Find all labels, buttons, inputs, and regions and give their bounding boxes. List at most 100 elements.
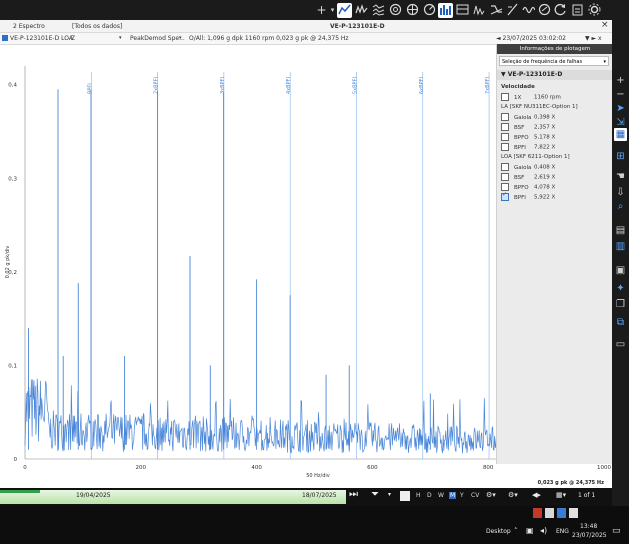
la-frequency-value: 2,357 X [534, 124, 556, 131]
orbit-icon[interactable] [388, 3, 403, 18]
la-frequency-row[interactable]: Gaiola 0,398 X [501, 113, 555, 121]
fault-frequency-label: 5xBPFI [352, 77, 358, 94]
chart-type-icon[interactable]: ▥ [614, 240, 627, 253]
cascade-icon[interactable] [455, 3, 470, 18]
timeline-range[interactable] [0, 490, 346, 504]
desktop-label[interactable]: Desktop [486, 528, 511, 535]
print-icon[interactable]: ▣ [614, 264, 627, 277]
bode-icon[interactable] [489, 3, 504, 18]
fault-frequency-label: 3xBPFI [220, 77, 226, 94]
app-icon-blue[interactable] [557, 508, 566, 518]
x-tick-label: 200 [136, 465, 147, 471]
search-icon[interactable]: ⌕ [614, 200, 627, 213]
period-button[interactable]: D [427, 492, 432, 499]
compare-icon[interactable]: ⧉ [614, 316, 627, 329]
waterfall-icon[interactable] [371, 3, 386, 18]
phase-icon[interactable] [505, 3, 520, 18]
bar-spectrum-icon[interactable] [438, 3, 453, 18]
period-button[interactable]: W [438, 492, 444, 499]
layout-icon[interactable]: ▦▾ [556, 491, 566, 499]
fault-frequency-label: 6xBPFI [419, 77, 425, 94]
measurement-select[interactable]: PeakDemod Spe... [130, 35, 185, 42]
loa-frequency-checkbox[interactable] [501, 191, 509, 201]
loa-frequency-row[interactable]: BSF 2,619 X [501, 173, 555, 181]
spectrum-icon[interactable] [354, 3, 369, 18]
trend-icon[interactable] [337, 3, 352, 18]
gauge-icon[interactable] [422, 3, 437, 18]
volume-icon[interactable]: ◂) [540, 526, 547, 535]
app-icon-file[interactable] [569, 508, 578, 518]
harmonic-cursor-icon[interactable]: ⊞ [614, 150, 627, 163]
wave-icon[interactable] [521, 3, 536, 18]
settings-icon[interactable] [587, 3, 602, 18]
chevron-down-icon[interactable]: ▾ [119, 35, 122, 41]
chevron-up-icon[interactable]: ˄ [514, 527, 518, 535]
la-frequency-checkbox[interactable] [501, 143, 509, 151]
loa-frequency-checkbox[interactable] [501, 183, 509, 191]
la-frequency-row[interactable]: BPFO 5,178 X [501, 133, 555, 141]
zoom-in-icon[interactable]: + [614, 74, 627, 87]
pointer-icon[interactable]: ➤ [614, 102, 627, 115]
la-frequency-checkbox[interactable] [501, 133, 509, 141]
loa-frequency-row[interactable]: BPFI 5,922 X [501, 191, 555, 201]
options-icon[interactable]: ⚙▾ [486, 491, 496, 499]
la-frequency-value: 7,822 X [534, 144, 556, 151]
datetime-navigator[interactable]: ◄ 23/07/2025 03:02:02 [496, 35, 566, 42]
nav-controls[interactable]: ▼ ► x [585, 35, 602, 42]
speed-checkbox[interactable] [501, 93, 509, 101]
copy-icon[interactable]: ❐ [614, 298, 627, 311]
app-icon-doc[interactable] [545, 508, 554, 518]
point-select[interactable]: VE-P-123101E-D LOA [10, 35, 73, 42]
grid-view-icon[interactable] [400, 491, 410, 501]
hand-icon[interactable]: ☚ [614, 170, 627, 183]
la-frequency-row[interactable]: BSF 2,357 X [501, 123, 555, 131]
period-button[interactable]: H [416, 492, 421, 499]
la-bearing-title: LA [SKF NU311EC-Option 1] [501, 104, 578, 110]
fault-frequency-label: BPFI [87, 83, 93, 94]
x-tick-label: 1000 [597, 465, 611, 471]
period-button[interactable]: M [449, 492, 457, 499]
la-frequency-row[interactable]: BPFI 7,822 X [501, 143, 555, 151]
direction-select[interactable]: Z [71, 35, 75, 42]
app-icon-red[interactable] [533, 508, 542, 518]
circle-icon[interactable] [537, 3, 552, 18]
period-button[interactable]: Y [460, 492, 464, 499]
chevron-down-icon[interactable]: ▾ [179, 35, 182, 41]
notification-icon[interactable]: ▭ [612, 526, 621, 536]
asset-name: VE-P-123101E-D [507, 71, 563, 78]
network-icon[interactable]: ▣ [526, 526, 534, 535]
refresh-icon[interactable] [553, 3, 568, 18]
la-frequency-checkbox[interactable] [501, 113, 509, 121]
asset-header[interactable]: ▼ VE-P-123101E-D [497, 70, 613, 80]
loa-frequency-row[interactable]: BPFO 4,078 X [501, 183, 555, 191]
table-icon[interactable]: ▤ [614, 224, 627, 237]
histogram-icon[interactable] [472, 3, 487, 18]
fault-frequency-dropdown[interactable]: Seleção de frequência de falhas ▾ [499, 56, 609, 66]
nav-prev-icon[interactable]: ◀▸ [532, 491, 541, 499]
polar-icon[interactable] [405, 3, 420, 18]
chevron-down-icon[interactable]: ▾ [388, 491, 391, 498]
loa-frequency-row[interactable]: Gaiola 0,408 X [501, 163, 555, 171]
clipboard-icon[interactable] [570, 3, 585, 18]
cursor-mode-icon[interactable]: ▦ [614, 128, 627, 141]
export-icon[interactable]: ⇩ [614, 186, 627, 199]
loa-frequency-checkbox[interactable] [501, 163, 509, 171]
zoom-out-icon[interactable]: − [614, 88, 627, 101]
settings-icon[interactable]: ⚙▾ [508, 491, 518, 499]
tab-all-data[interactable]: [Todos os dados] [72, 23, 122, 30]
loa-frequency-checkbox[interactable] [501, 173, 509, 181]
clipboard-icon[interactable]: ▭ [614, 338, 627, 351]
play-icon[interactable]: ⏭ [349, 489, 358, 500]
marker-icon[interactable]: ✦ [614, 282, 627, 295]
filter-icon[interactable]: ⏷ [371, 489, 379, 500]
language-indicator[interactable]: ENG [556, 528, 569, 535]
clock-date[interactable]: 23/07/2025 [572, 532, 607, 539]
la-frequency-checkbox[interactable] [501, 123, 509, 131]
overall-readout: O/All: 1,096 g dpk 1160 rpm 0,023 g pk @… [189, 35, 349, 42]
loa-frequency-value: 0,408 X [534, 164, 556, 171]
speed-row[interactable]: 1X 1160 rpm [501, 93, 561, 101]
tab-spectrum[interactable]: 2 Espectro [13, 23, 45, 30]
clock-time[interactable]: 13:48 [580, 523, 597, 530]
period-button[interactable]: CV [471, 492, 479, 499]
close-icon[interactable]: × [601, 20, 609, 30]
